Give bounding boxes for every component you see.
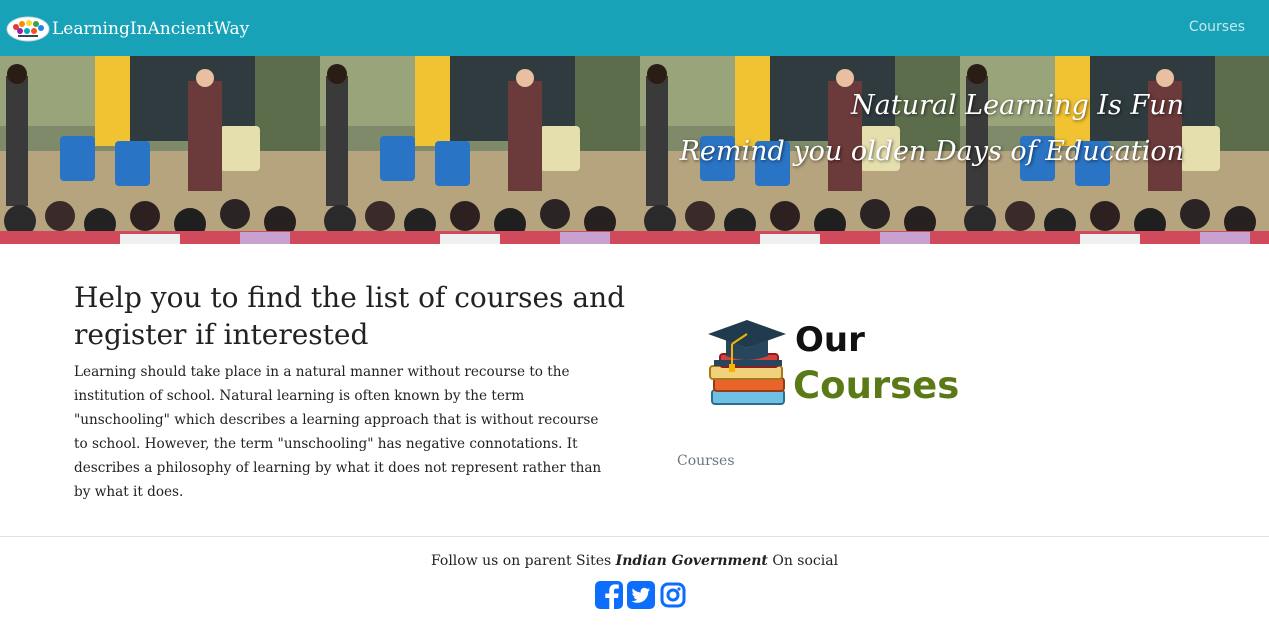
hero-photo: [0, 56, 320, 244]
footer-emphasis: Indian Government: [615, 553, 768, 569]
hero-caption-line2: Remind you olden Days of Education: [679, 136, 1184, 167]
hero-photo: [320, 56, 640, 244]
nav-link-courses[interactable]: Courses: [1189, 19, 1245, 35]
intro-heading: Help you to find the list of courses and…: [74, 281, 626, 351]
courses-graphic-word-courses: Courses: [793, 364, 960, 407]
twitter-icon[interactable]: [627, 581, 655, 609]
hero-caption-line1: Natural Learning Is Fun: [851, 90, 1184, 121]
footer-text: Follow us on parent Sites Indian Governm…: [0, 553, 1269, 569]
social-links: [595, 581, 687, 609]
footer-divider: [0, 536, 1269, 537]
courses-graphic-word-our: Our: [795, 320, 865, 360]
hero-banner: Natural Learning Is Fun Remind you olden…: [0, 56, 1269, 244]
courses-link[interactable]: Courses: [677, 453, 735, 469]
instagram-icon[interactable]: [659, 581, 687, 609]
graduation-cap-books-icon: [708, 320, 786, 405]
footer-suffix: On social: [767, 553, 839, 569]
navbar: LearningInAncientWay Courses: [0, 0, 1269, 56]
our-courses-graphic: Our Courses: [706, 316, 960, 411]
intro-paragraph: Learning should take place in a natural …: [74, 364, 602, 500]
facebook-icon[interactable]: [595, 581, 623, 609]
brand-logo-icon: [6, 16, 50, 42]
brand-title: LearningInAncientWay: [52, 19, 250, 39]
footer-prefix: Follow us on parent Sites: [430, 553, 616, 569]
brand-link[interactable]: LearningInAncientWay: [6, 16, 249, 42]
